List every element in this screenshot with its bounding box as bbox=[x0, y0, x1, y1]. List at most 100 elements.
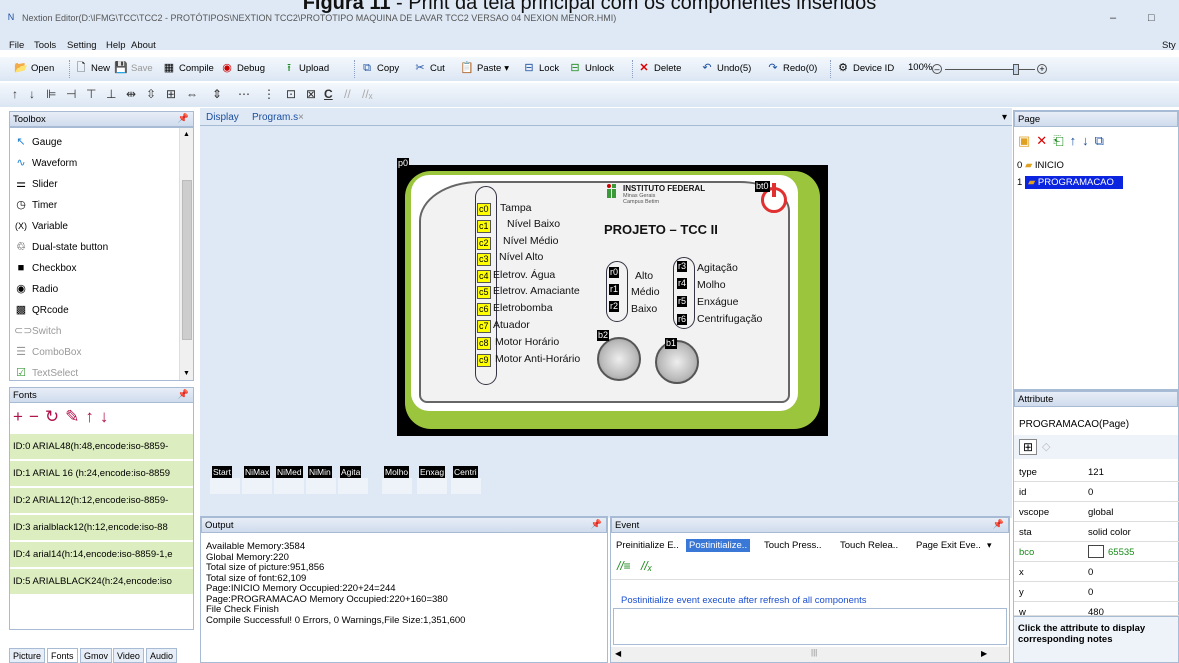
attribute-row[interactable]: bco 65535 bbox=[1014, 542, 1179, 562]
font-up-icon[interactable]: ↑ bbox=[85, 407, 100, 426]
nimax-component[interactable]: NiMax bbox=[244, 466, 271, 478]
horizontal-scrollbar[interactable]: ◀ ||| ▶ bbox=[611, 647, 1009, 662]
enxag-component[interactable]: Enxag bbox=[419, 466, 446, 478]
upload-button[interactable]: ⭱ Upload bbox=[282, 62, 329, 75]
save-button[interactable]: 💾 Save bbox=[114, 62, 153, 75]
tabs-dropdown-icon[interactable]: ▾ bbox=[987, 540, 992, 551]
tab-page-exit[interactable]: Page Exit Eve.. bbox=[913, 539, 984, 552]
scroll-right-icon[interactable]: ▶ bbox=[981, 649, 987, 658]
tab-audio[interactable]: Audio bbox=[146, 648, 178, 663]
comment-icon[interactable]: // bbox=[344, 87, 351, 101]
attribute-row[interactable]: x0 bbox=[1014, 562, 1179, 582]
tag-c4[interactable]: c4 bbox=[477, 270, 491, 283]
toolbox-item-gauge[interactable]: ↖ Gauge bbox=[14, 132, 62, 153]
new-button[interactable]: 🗋 New bbox=[74, 62, 110, 75]
distribute-vertical-icon[interactable]: ⋮ bbox=[263, 87, 275, 101]
centri-component[interactable]: Centri bbox=[453, 466, 478, 478]
device-id-button[interactable]: ⚙ Device ID bbox=[836, 62, 894, 75]
page-item-inicio[interactable]: 0 ▰ INICIO bbox=[1017, 160, 1064, 171]
font-row[interactable]: ID:1 ARIAL 16 (h:24,encode:iso-8859 bbox=[10, 461, 193, 486]
tabs-dropdown-icon[interactable]: ▾ bbox=[1002, 112, 1007, 123]
pin-icon[interactable]: 📌 bbox=[993, 519, 1004, 530]
same-width-icon[interactable]: ⇔ bbox=[186, 87, 198, 101]
grid-icon[interactable]: ⊞ bbox=[166, 87, 176, 101]
start-component[interactable]: Start bbox=[212, 466, 232, 478]
menu-help[interactable]: Help bbox=[106, 40, 126, 51]
tab-video[interactable]: Video bbox=[113, 648, 144, 663]
tab-display[interactable]: Display bbox=[206, 112, 239, 123]
attribute-row[interactable]: id 0 bbox=[1014, 482, 1179, 502]
page-down-icon[interactable]: ↓ bbox=[1082, 133, 1095, 148]
copy-page-icon[interactable]: ⧉ bbox=[1095, 133, 1110, 148]
agita-component[interactable]: Agita bbox=[340, 466, 362, 478]
menu-tools[interactable]: Tools bbox=[34, 40, 56, 51]
distribute-horizontal-icon[interactable]: ⋯ bbox=[238, 87, 250, 101]
lock-button[interactable]: ⊟ Lock bbox=[522, 62, 559, 75]
tab-preinitialize[interactable]: Preinitialize E.. bbox=[613, 539, 682, 552]
tag-r1[interactable]: r1 bbox=[609, 284, 620, 295]
tab-gmov[interactable]: Gmov bbox=[80, 648, 113, 663]
zoom-in-button[interactable]: + bbox=[1037, 64, 1047, 74]
attribute-row[interactable]: type 121 bbox=[1014, 462, 1179, 482]
add-page-icon[interactable]: ▣ bbox=[1018, 133, 1036, 148]
scroll-up-icon[interactable]: ▲ bbox=[183, 131, 190, 138]
compile-button[interactable]: ▦ Compile bbox=[162, 62, 214, 75]
font-row[interactable]: ID:0 ARIAL48(h:48,encode:iso-8859- bbox=[10, 434, 193, 459]
tag-b2[interactable]: b2 bbox=[597, 330, 610, 341]
zoom-slider-thumb[interactable] bbox=[1013, 64, 1019, 75]
page-tag[interactable]: p0 bbox=[397, 158, 410, 169]
align-top-icon[interactable]: ⊤ bbox=[86, 87, 96, 101]
tag-r5[interactable]: r5 bbox=[677, 296, 688, 307]
center-vertical-icon[interactable]: ⇳ bbox=[146, 87, 156, 101]
sort-alpha-icon[interactable]: ◇ bbox=[1042, 440, 1050, 453]
nimin-component[interactable]: NiMin bbox=[308, 466, 332, 478]
zoom-slider-track[interactable] bbox=[945, 69, 1035, 70]
page-item-programacao[interactable]: 1 ▰ PROGRAMACAO bbox=[1017, 176, 1125, 189]
uncomment-icon[interactable]: //ₓ bbox=[362, 87, 373, 101]
attribute-row[interactable]: y0 bbox=[1014, 582, 1179, 602]
tag-c2[interactable]: c2 bbox=[477, 237, 491, 250]
page-up-icon[interactable]: ↑ bbox=[1070, 133, 1083, 148]
sort-category-icon[interactable]: ⊞ bbox=[1019, 439, 1037, 455]
replace-font-icon[interactable]: ↻ bbox=[45, 407, 65, 426]
toolbox-item-timer[interactable]: ◷ Timer bbox=[14, 195, 57, 216]
tag-c3[interactable]: c3 bbox=[477, 253, 491, 266]
tag-c1[interactable]: c1 bbox=[477, 220, 491, 233]
toolbox-item-switch[interactable]: ⊂⊃ Switch bbox=[14, 321, 61, 342]
toolbox-item-dual-state-button[interactable]: ♲ Dual-state button bbox=[14, 237, 108, 258]
toolbox-scrollbar[interactable]: ▲ ▼ bbox=[179, 128, 193, 380]
menu-setting[interactable]: Setting bbox=[67, 40, 97, 51]
move-down-icon[interactable]: ↓ bbox=[29, 87, 35, 101]
align-right-icon[interactable]: ⊣ bbox=[66, 87, 76, 101]
same-height-icon[interactable]: ⇕ bbox=[212, 87, 222, 101]
center-horizontal-icon[interactable]: ⇹ bbox=[126, 87, 136, 101]
font-row[interactable]: ID:5 ARIALBLACK24(h:24,encode:iso bbox=[10, 569, 193, 594]
toolbox-item-variable[interactable]: (X) Variable bbox=[14, 216, 68, 237]
move-up-icon[interactable]: ↑ bbox=[12, 87, 18, 101]
toolbox-item-combobox[interactable]: ☰ ComboBox bbox=[14, 342, 81, 363]
toolbox-item-slider[interactable]: ⚌ Slider bbox=[14, 174, 58, 195]
tab-touch-press[interactable]: Touch Press.. bbox=[761, 539, 825, 552]
tag-c7[interactable]: c7 bbox=[477, 320, 491, 333]
device-screen[interactable]: p0 c0 c1 c2 c3 c4 c5 c6 c7 c8 c9 Tampa N… bbox=[397, 158, 828, 436]
tag-r3[interactable]: r3 bbox=[677, 261, 688, 272]
tab-postinitialize[interactable]: Postinitialize.. bbox=[686, 539, 751, 552]
add-font-icon[interactable]: + bbox=[13, 407, 29, 426]
send-back-icon[interactable]: ⊠ bbox=[306, 87, 316, 101]
attribute-row[interactable]: sta solid color bbox=[1014, 522, 1179, 542]
open-button[interactable]: 📂 Open bbox=[14, 62, 54, 75]
delete-button[interactable]: ✕ Delete bbox=[637, 62, 681, 75]
uncomment-icon[interactable]: //ₓ bbox=[641, 559, 652, 573]
bring-front-icon[interactable]: ⊡ bbox=[286, 87, 296, 101]
tab-touch-release[interactable]: Touch Relea.. bbox=[837, 539, 901, 552]
level-knob[interactable] bbox=[597, 337, 641, 381]
tab-program[interactable]: Program.s bbox=[252, 112, 298, 123]
pin-icon[interactable]: 📌 bbox=[591, 519, 602, 530]
tag-r4[interactable]: r4 bbox=[677, 278, 688, 289]
nimed-component[interactable]: NiMed bbox=[276, 466, 303, 478]
event-code-editor[interactable] bbox=[613, 608, 1007, 645]
paste-button[interactable]: 📋 Paste ▾ bbox=[460, 62, 509, 75]
attribute-row[interactable]: vscope global bbox=[1014, 502, 1179, 522]
toolbox-item-waveform[interactable]: ∿ Waveform bbox=[14, 153, 77, 174]
toolbox-item-qrcode[interactable]: ▩ QRcode bbox=[14, 300, 69, 321]
